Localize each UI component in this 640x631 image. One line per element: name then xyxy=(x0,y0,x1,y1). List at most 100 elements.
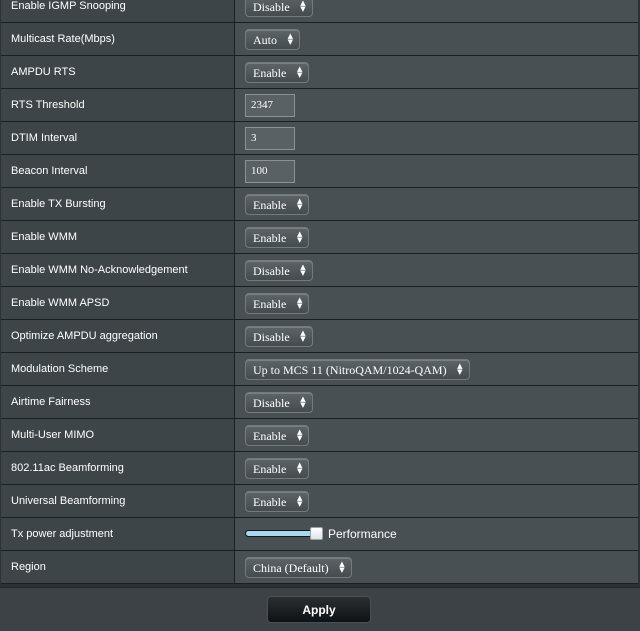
enable-tx-bursting-select-value: Enable xyxy=(253,197,287,212)
setting-row-airtime-fairness: Airtime Fairness Disable ▲ ▼ xyxy=(1,385,638,419)
up-down-chevron-icon: ▲ ▼ xyxy=(300,329,306,343)
tx-power-adjustment-slider[interactable] xyxy=(245,527,323,541)
optimize-ampdu-aggregation-select-value: Disable xyxy=(253,329,290,344)
setting-row-802-11ac-beamforming: 802.11ac Beamforming Enable ▲ ▼ xyxy=(1,451,638,485)
tx-power-adjustment-level-label: Performance xyxy=(328,526,397,541)
up-down-chevron-icon: ▲ ▼ xyxy=(296,65,303,79)
up-down-chevron-icon: ▲ ▼ xyxy=(296,296,303,310)
enable-wmm-apsd-select[interactable]: Enable ▲ ▼ xyxy=(245,292,310,314)
modulation-scheme-select-value: Up to MCS 11 (NitroQAM/1024-QAM) xyxy=(253,362,447,377)
ampdu-rts-label: AMPDU RTS xyxy=(1,55,235,89)
tx-power-adjustment-label: Tx power adjustment xyxy=(1,517,235,551)
802-11ac-beamforming-label: 802.11ac Beamforming xyxy=(1,451,235,485)
setting-row-region: Region China (Default) ▲ ▼ xyxy=(1,550,638,584)
setting-row-tx-power-adjustment: Tx power adjustment Performance xyxy=(1,517,638,551)
dtim-interval-value-cell: 3 xyxy=(234,121,638,155)
up-down-chevron-icon: ▲ ▼ xyxy=(339,560,345,574)
enable-wmm-apsd-select-value: Enable xyxy=(253,296,287,311)
up-down-chevron-icon: ▲ ▼ xyxy=(300,395,306,409)
multicast-rate-mbps-value-cell: Auto ▲ ▼ xyxy=(234,22,638,56)
region-select[interactable]: China (Default) ▲ ▼ xyxy=(245,556,352,578)
rts-threshold-label: RTS Threshold xyxy=(1,88,235,122)
ampdu-rts-select-value: Enable xyxy=(253,65,287,80)
multicast-rate-mbps-label: Multicast Rate(Mbps) xyxy=(1,22,235,56)
802-11ac-beamforming-select[interactable]: Enable ▲ ▼ xyxy=(245,457,310,479)
setting-row-universal-beamforming: Universal Beamforming Enable ▲ ▼ xyxy=(1,484,638,518)
region-select-value: China (Default) xyxy=(253,560,329,575)
apply-bar: Apply xyxy=(0,587,640,631)
multicast-rate-mbps-select-value: Auto xyxy=(253,32,277,47)
up-down-chevron-icon: ▲ ▼ xyxy=(296,428,303,442)
up-down-chevron-icon: ▲ ▼ xyxy=(296,230,303,244)
setting-row-enable-wmm-no-acknowledgement: Enable WMM No-Acknowledgement Disable ▲ ▼ xyxy=(1,253,638,287)
apply-button[interactable]: Apply xyxy=(267,596,371,623)
airtime-fairness-select-value: Disable xyxy=(253,395,290,410)
enable-igmp-snooping-value-cell: Disable ▲ ▼ xyxy=(234,0,638,23)
enable-wmm-no-acknowledgement-label: Enable WMM No-Acknowledgement xyxy=(1,253,235,287)
multicast-rate-mbps-select[interactable]: Auto ▲ ▼ xyxy=(245,28,300,50)
enable-tx-bursting-label: Enable TX Bursting xyxy=(1,187,235,221)
universal-beamforming-select[interactable]: Enable ▲ ▼ xyxy=(245,490,310,512)
modulation-scheme-select[interactable]: Up to MCS 11 (NitroQAM/1024-QAM) ▲ ▼ xyxy=(245,358,470,380)
dtim-interval-label: DTIM Interval xyxy=(1,121,235,155)
enable-wmm-no-acknowledgement-select-value: Disable xyxy=(253,263,290,278)
multi-user-mimo-value-cell: Enable ▲ ▼ xyxy=(234,418,638,452)
up-down-chevron-icon: ▲ ▼ xyxy=(287,32,293,46)
airtime-fairness-value-cell: Disable ▲ ▼ xyxy=(234,385,638,419)
multi-user-mimo-select[interactable]: Enable ▲ ▼ xyxy=(245,424,310,446)
setting-row-optimize-ampdu-aggregation: Optimize AMPDU aggregation Disable ▲ ▼ xyxy=(1,319,638,353)
up-down-chevron-icon: ▲ ▼ xyxy=(296,461,303,475)
up-down-chevron-icon: ▲ ▼ xyxy=(457,362,463,376)
multi-user-mimo-label: Multi-User MIMO xyxy=(1,418,235,452)
beacon-interval-label: Beacon Interval xyxy=(1,154,235,188)
beacon-interval-input[interactable]: 100 xyxy=(245,159,295,183)
wireless-professional-settings-table: Enable IGMP Snooping Disable ▲ ▼ Multicast R… xyxy=(1,0,638,584)
ampdu-rts-select[interactable]: Enable ▲ ▼ xyxy=(245,61,310,83)
airtime-fairness-label: Airtime Fairness xyxy=(1,385,235,419)
tx-power-adjustment-slider-group: Performance xyxy=(245,527,397,541)
optimize-ampdu-aggregation-label: Optimize AMPDU aggregation xyxy=(1,319,235,353)
rts-threshold-input[interactable]: 2347 xyxy=(245,93,295,117)
802-11ac-beamforming-value-cell: Enable ▲ ▼ xyxy=(234,451,638,485)
setting-row-enable-igmp-snooping: Enable IGMP Snooping Disable ▲ ▼ xyxy=(1,0,638,23)
enable-wmm-no-acknowledgement-value-cell: Disable ▲ ▼ xyxy=(234,253,638,287)
enable-igmp-snooping-select-value: Disable xyxy=(253,0,290,14)
slider-thumb[interactable] xyxy=(310,527,323,541)
enable-wmm-no-acknowledgement-select[interactable]: Disable ▲ ▼ xyxy=(245,259,313,281)
up-down-chevron-icon: ▲ ▼ xyxy=(296,197,303,211)
modulation-scheme-value-cell: Up to MCS 11 (NitroQAM/1024-QAM) ▲ ▼ xyxy=(234,352,638,386)
up-down-chevron-icon: ▲ ▼ xyxy=(300,0,306,13)
setting-row-enable-wmm-apsd: Enable WMM APSD Enable ▲ ▼ xyxy=(1,286,638,320)
universal-beamforming-label: Universal Beamforming xyxy=(1,484,235,518)
modulation-scheme-label: Modulation Scheme xyxy=(1,352,235,386)
multi-user-mimo-select-value: Enable xyxy=(253,428,287,443)
enable-igmp-snooping-select[interactable]: Disable ▲ ▼ xyxy=(245,0,313,17)
setting-row-dtim-interval: DTIM Interval 3 xyxy=(1,121,638,155)
beacon-interval-value-cell: 100 xyxy=(234,154,638,188)
enable-tx-bursting-select[interactable]: Enable ▲ ▼ xyxy=(245,193,310,215)
airtime-fairness-select[interactable]: Disable ▲ ▼ xyxy=(245,391,313,413)
setting-row-rts-threshold: RTS Threshold 2347 xyxy=(1,88,638,122)
enable-wmm-apsd-value-cell: Enable ▲ ▼ xyxy=(234,286,638,320)
up-down-chevron-icon: ▲ ▼ xyxy=(300,263,306,277)
region-value-cell: China (Default) ▲ ▼ xyxy=(234,550,638,584)
setting-row-multicast-rate-mbps: Multicast Rate(Mbps) Auto ▲ ▼ xyxy=(1,22,638,56)
802-11ac-beamforming-select-value: Enable xyxy=(253,461,287,476)
optimize-ampdu-aggregation-value-cell: Disable ▲ ▼ xyxy=(234,319,638,353)
rts-threshold-value-cell: 2347 xyxy=(234,88,638,122)
dtim-interval-input[interactable]: 3 xyxy=(245,126,295,150)
up-down-chevron-icon: ▲ ▼ xyxy=(296,494,303,508)
setting-row-multi-user-mimo: Multi-User MIMO Enable ▲ ▼ xyxy=(1,418,638,452)
region-label: Region xyxy=(1,550,235,584)
universal-beamforming-value-cell: Enable ▲ ▼ xyxy=(234,484,638,518)
enable-wmm-label: Enable WMM xyxy=(1,220,235,254)
universal-beamforming-select-value: Enable xyxy=(253,494,287,509)
enable-wmm-value-cell: Enable ▲ ▼ xyxy=(234,220,638,254)
enable-wmm-select[interactable]: Enable ▲ ▼ xyxy=(245,226,310,248)
tx-power-adjustment-value-cell: Performance xyxy=(234,517,638,551)
setting-row-enable-tx-bursting: Enable TX Bursting Enable ▲ ▼ xyxy=(1,187,638,221)
enable-tx-bursting-value-cell: Enable ▲ ▼ xyxy=(234,187,638,221)
optimize-ampdu-aggregation-select[interactable]: Disable ▲ ▼ xyxy=(245,325,313,347)
ampdu-rts-value-cell: Enable ▲ ▼ xyxy=(234,55,638,89)
setting-row-ampdu-rts: AMPDU RTS Enable ▲ ▼ xyxy=(1,55,638,89)
